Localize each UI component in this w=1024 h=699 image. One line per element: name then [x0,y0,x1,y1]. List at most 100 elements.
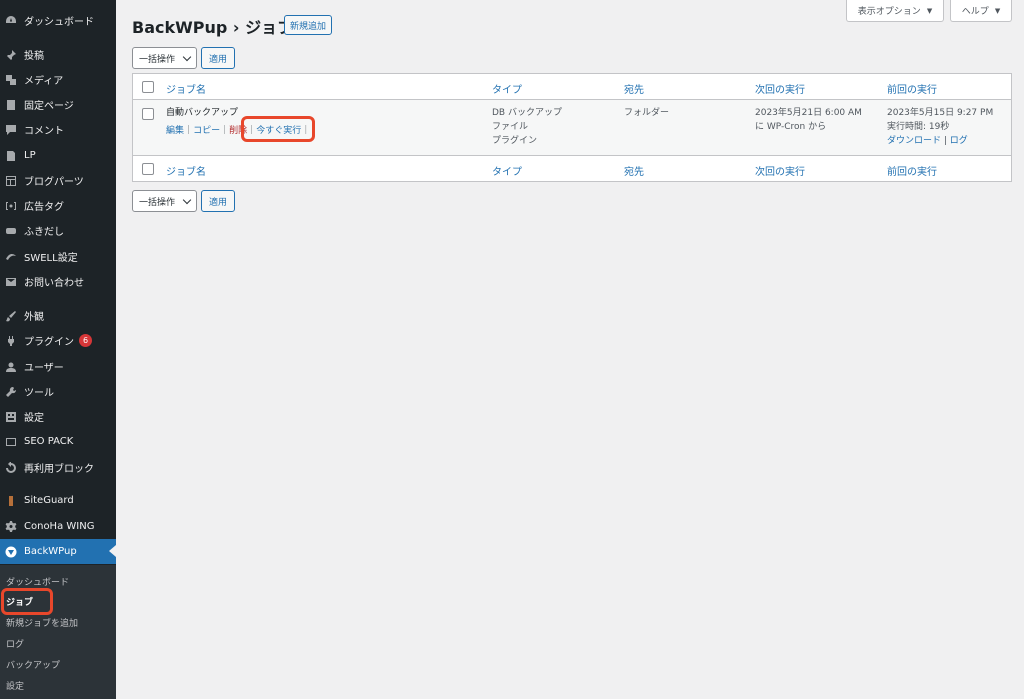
menu-dashboard[interactable]: ダッシュボード [0,8,116,33]
wrench-icon [4,385,17,398]
help-tab[interactable]: ヘルプ ▼ [950,0,1012,22]
highlight-jobs-submenu [1,588,53,615]
next-run-via: に WP-Cron から [755,122,827,132]
plugin-update-badge: 6 [79,334,92,347]
menu-plugins[interactable]: プラグイン 6 [0,328,116,353]
caret-down-icon: ▼ [926,6,933,15]
last-run-runtime: 実行時間: 19秒 [887,122,950,132]
column-last-run[interactable]: 前回の実行 [887,81,937,96]
swell-icon [4,250,17,263]
job-type-file: ファイル [492,122,529,132]
bulk-action-select-top[interactable]: 一括操作 [132,47,197,69]
media-icon [4,73,17,86]
edit-link[interactable]: 編集 [166,123,184,136]
menu-backwpup[interactable]: BackWPup [0,539,116,564]
submenu-dashboard[interactable]: ダッシュボード [6,575,69,588]
column-next-run[interactable]: 次回の実行 [755,81,805,96]
backwpup-icon [4,545,17,558]
submenu-logs[interactable]: ログ [6,637,24,650]
menu-label: SEO PACK [24,436,74,447]
menu-label: お問い合わせ [24,278,84,289]
last-run-date: 2023年5月15日 9:27 PM [887,108,994,118]
menu-blog-parts[interactable]: ブログパーツ [0,168,116,193]
menu-reusable-blocks[interactable]: 再利用ブロック [0,455,116,480]
chevron-down-icon [182,52,192,62]
menu-conoha-wing[interactable]: ConoHa WING [0,514,116,539]
gear-icon [4,520,17,533]
menu-label: ツール [24,388,54,399]
help-label: ヘルプ [961,7,989,17]
menu-seo-pack[interactable]: SEO PACK [0,429,116,454]
column-last-run[interactable]: 前回の実行 [887,163,937,178]
seo-icon [4,435,17,448]
menu-label: 外観 [24,312,44,323]
menu-label: BackWPup [24,546,77,557]
submenu-add-new-job[interactable]: 新規ジョブを追加 [6,616,78,629]
menu-siteguard[interactable]: SiteGuard [0,488,116,513]
active-menu-arrow [109,545,116,557]
last-run-links: ダウンロード | ログ [887,136,968,146]
menu-label: ダッシュボード [24,17,94,28]
menu-label: SWELL設定 [24,253,78,264]
column-type[interactable]: タイプ [492,81,522,96]
mail-icon [4,275,17,288]
copy-link[interactable]: コピー [193,123,220,136]
page-icon [4,98,17,111]
menu-contact[interactable]: お問い合わせ [0,269,116,294]
column-job-name[interactable]: ジョブ名 [166,163,206,178]
next-run-date: 2023年5月21日 6:00 AM [755,108,862,118]
menu-label: LP [24,150,36,161]
comment-icon [4,123,17,136]
submenu-backups[interactable]: バックアップ [6,658,60,671]
column-destination[interactable]: 宛先 [624,163,644,178]
menu-label: SiteGuard [24,495,74,506]
plugin-icon [4,334,17,347]
screen-options-tab[interactable]: 表示オプション ▼ [846,0,944,22]
download-link[interactable]: ダウンロード [887,136,941,146]
job-name[interactable]: 自動バックアップ [166,106,238,120]
add-new-button[interactable]: 新規追加 [284,15,333,35]
bulk-action-label: 一括操作 [139,54,176,65]
caret-down-icon: ▼ [994,6,1001,15]
menu-pages[interactable]: 固定ページ [0,92,116,117]
column-destination[interactable]: 宛先 [624,81,644,96]
menu-label: ユーザー [24,363,64,374]
apply-button-bottom[interactable]: 適用 [201,190,235,212]
page-title: BackWPup › ジョブ [132,18,294,37]
job-destination: フォルダー [624,108,670,118]
balloon-icon [4,224,17,237]
menu-comments[interactable]: コメント [0,117,116,142]
menu-balloon[interactable]: ふきだし [0,218,116,243]
reuse-icon [4,461,17,474]
submenu-settings[interactable]: 設定 [6,679,24,692]
menu-tools[interactable]: ツール [0,379,116,404]
bulk-action-select-bottom[interactable]: 一括操作 [132,190,197,212]
document-icon [4,149,17,162]
menu-label: ふきだし [24,227,64,238]
log-link[interactable]: ログ [950,136,968,146]
job-type-plugin: プラグイン [492,136,538,146]
menu-settings[interactable]: 設定 [0,404,116,429]
column-next-run[interactable]: 次回の実行 [755,163,805,178]
siteguard-icon [4,494,17,507]
select-all-checkbox[interactable] [142,81,154,93]
menu-posts[interactable]: 投稿 [0,42,116,67]
screen-options-label: 表示オプション [857,7,921,17]
menu-label: ConoHa WING [24,521,95,532]
menu-lp[interactable]: LP [0,143,116,168]
menu-appearance[interactable]: 外観 [0,303,116,328]
menu-ad-tags[interactable]: 広告タグ [0,193,116,218]
apply-button-top[interactable]: 適用 [201,47,235,69]
menu-users[interactable]: ユーザー [0,354,116,379]
bulk-action-label: 一括操作 [139,197,176,208]
menu-swell-settings[interactable]: SWELL設定 [0,244,116,269]
column-job-name[interactable]: ジョブ名 [166,81,206,96]
column-type[interactable]: タイプ [492,163,522,178]
select-all-checkbox-footer[interactable] [142,163,154,175]
pin-icon [4,48,17,61]
chevron-down-icon [182,195,192,205]
row-checkbox[interactable] [142,108,154,120]
menu-media[interactable]: メディア [0,67,116,92]
menu-label: メディア [24,76,64,87]
menu-label: コメント [24,126,64,137]
